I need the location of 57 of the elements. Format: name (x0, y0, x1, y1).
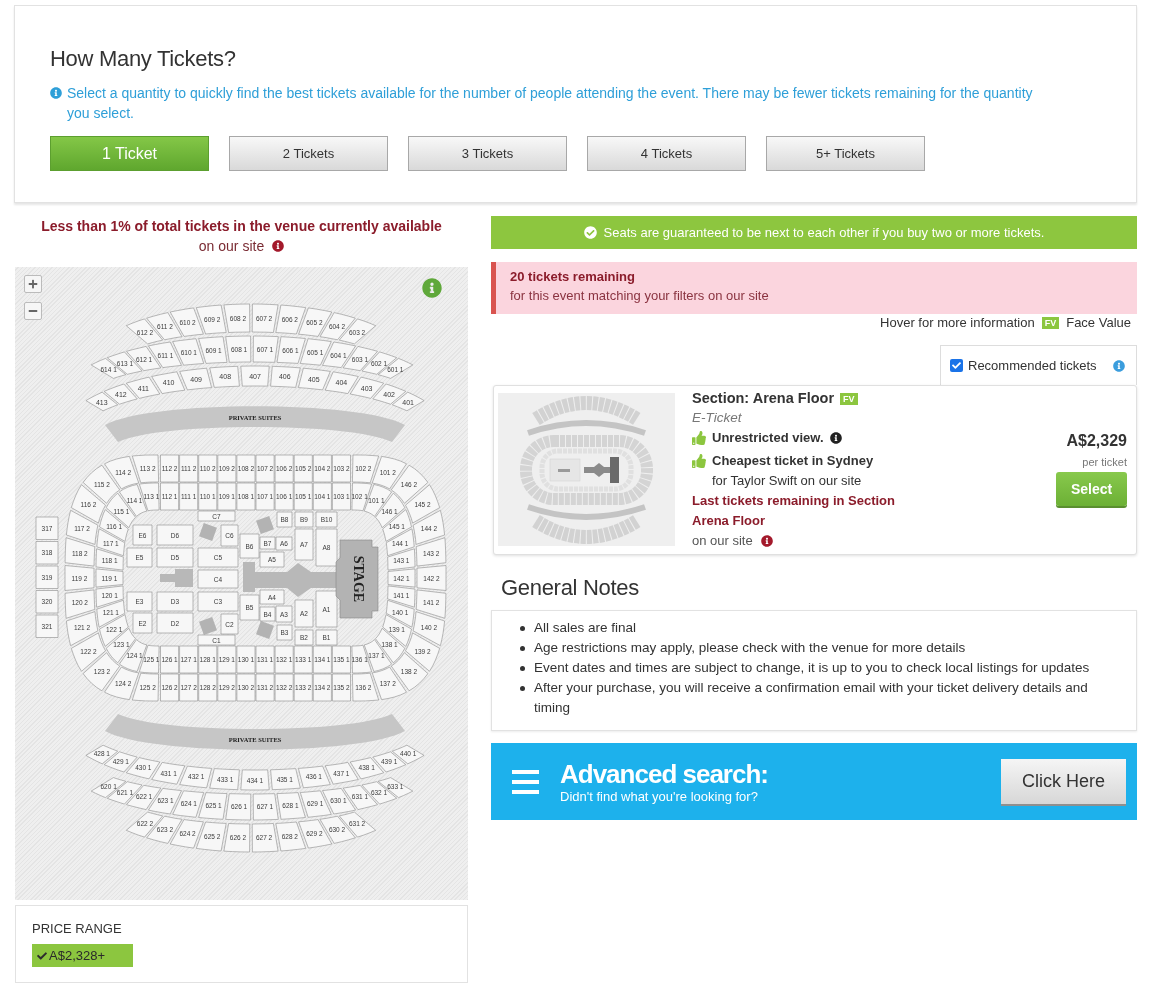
zoom-in-button[interactable] (24, 275, 42, 293)
availability-notice: Less than 1% of total tickets in the venue currently available (41, 217, 442, 236)
face-value-badge: FV (840, 393, 858, 405)
shaded-block (199, 617, 217, 635)
thumbs-up-icon (692, 454, 706, 468)
note-text: Event dates and times are subject to change, it is up to you to check local listings for updates (534, 659, 1091, 677)
last-tickets-notice: Last tickets remaining in Section Arena Floor (692, 492, 896, 530)
guarantee-text: Seats are guaranteed to be next to each other if you buy two or more tickets. (603, 223, 1045, 242)
quantity-option[interactable]: 4 Tickets (587, 136, 746, 171)
zoom-out-button[interactable] (24, 302, 42, 320)
legend-label: Face Value (1066, 314, 1131, 333)
check-icon (37, 950, 47, 961)
general-notes-title: General Notes (501, 574, 640, 602)
quantity-option[interactable]: 5+ Tickets (766, 136, 925, 171)
info-icon[interactable] (829, 432, 842, 444)
face-value-badge: FV (1041, 317, 1060, 329)
checkbox[interactable] (950, 359, 963, 372)
ticket-price: A$2,329 (1066, 431, 1127, 451)
shaded-block (256, 621, 274, 639)
bullet-icon (520, 686, 525, 691)
listing-section: Section: Arena Floor (692, 388, 835, 410)
note-text: All sales are final (534, 619, 638, 637)
stage: STAGE (335, 539, 379, 619)
note-text: Age restrictions may apply, please check with the venue for more details (534, 639, 967, 657)
feature-detail: for Taylor Swift on our site (711, 472, 863, 490)
info-icon (50, 87, 62, 99)
advanced-search-title: Advanced search: (560, 758, 768, 789)
info-icon[interactable] (760, 535, 773, 547)
quantity-title: How Many Tickets? (50, 45, 237, 73)
shaded-block (256, 516, 274, 534)
thumbs-up-icon (692, 431, 706, 445)
plus-icon (28, 279, 38, 289)
legend-hint: Hover for more information (880, 314, 1035, 333)
platform-shape (160, 569, 193, 587)
quantity-option[interactable]: 2 Tickets (229, 136, 388, 171)
price-range-label: PRICE RANGE (32, 921, 123, 937)
last-tickets-suffix: on our site (692, 532, 753, 551)
check-icon (952, 361, 961, 370)
price-range-value: A$2,328+ (49, 946, 106, 965)
delivery-type: E-Ticket (692, 409, 743, 427)
feature-title: Unrestricted view. (712, 429, 824, 448)
recommended-label: Recommended tickets (968, 356, 1097, 375)
bullet-icon (520, 666, 525, 671)
feature-title: Cheapest ticket in Sydney (712, 452, 874, 471)
advanced-search-subtitle: Didn't find what you're looking for? (560, 788, 759, 805)
note-text: After your purchase, you will receive a confirmation email with your ticket delivery details and timing (534, 679, 1089, 717)
alert-text: for this event matching your filters on our site (510, 287, 770, 305)
availability-suffix: on our site (198, 236, 265, 256)
shaded-block (199, 523, 217, 541)
quantity-option[interactable]: 3 Tickets (408, 136, 567, 171)
alert-title: 20 tickets remaining (510, 268, 636, 286)
bullet-icon (520, 626, 525, 631)
info-icon[interactable] (272, 240, 285, 252)
click-here-button[interactable]: Click Here (1001, 759, 1126, 804)
bullet-icon (520, 646, 525, 651)
quantity-hint: Select a quantity to quickly find the best tickets available for the number of people attending the event. There may be fewer tickets remaining for the quantity you select. (67, 84, 1034, 123)
price-unit: per ticket (1082, 455, 1127, 469)
